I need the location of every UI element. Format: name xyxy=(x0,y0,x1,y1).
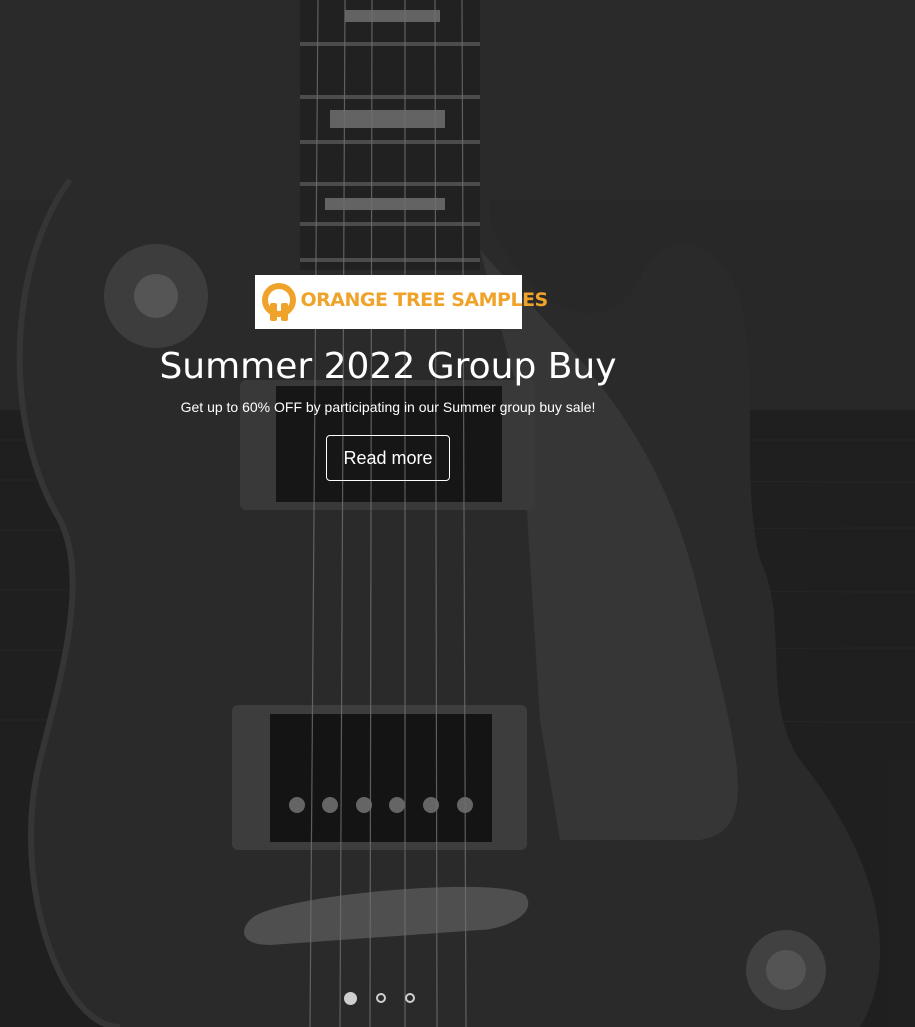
read-more-button[interactable]: Read more xyxy=(326,435,450,481)
logo-wordmark: ORANGE TREE SAMPLES xyxy=(300,289,549,311)
carousel-dot-3[interactable] xyxy=(405,993,415,1003)
hero-slider: ORANGE TREE SAMPLES Summer 2022 Group Bu… xyxy=(0,0,915,1027)
slide-subtitle: Get up to 60% OFF by participating in ou… xyxy=(180,399,596,415)
slide-title: Summer 2022 Group Buy xyxy=(159,346,617,387)
slide-caption: ORANGE TREE SAMPLES Summer 2022 Group Bu… xyxy=(0,275,776,481)
brand-logo: ORANGE TREE SAMPLES xyxy=(254,275,548,329)
carousel-indicators xyxy=(344,992,415,1005)
dark-overlay xyxy=(0,0,915,1027)
carousel-dot-1[interactable] xyxy=(344,992,357,1005)
tree-logo-icon xyxy=(261,283,296,321)
carousel-dot-2[interactable] xyxy=(376,993,386,1003)
